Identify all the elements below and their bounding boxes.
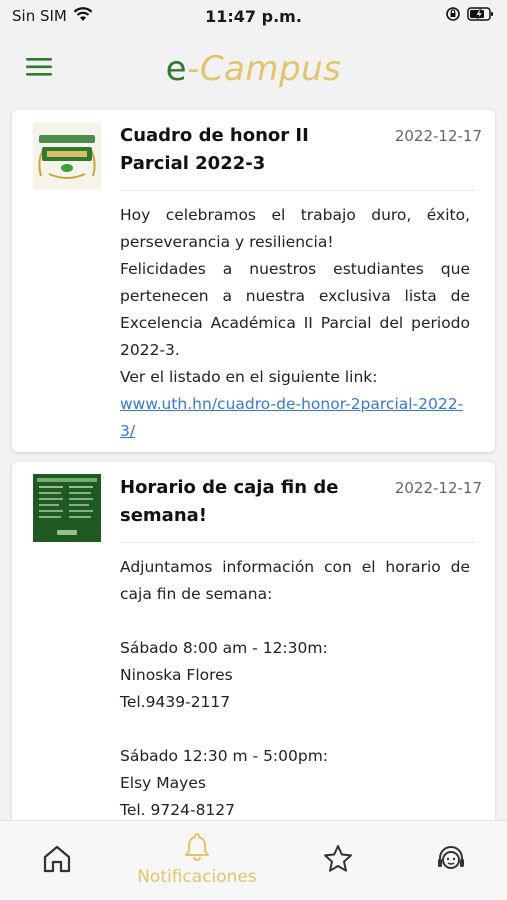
status-left: Sin SIM: [12, 6, 152, 26]
post-link[interactable]: www.uth.hn/cuadro-de-honor-2parcial-2022…: [120, 391, 470, 445]
card-date: 2022-12-17: [394, 127, 482, 145]
bell-icon: [185, 833, 209, 861]
honor-roll-thumbnail: [33, 122, 101, 190]
tab-notificaciones[interactable]: Notificaciones: [122, 821, 272, 900]
bottom-tab-bar: Notificaciones: [0, 820, 507, 900]
home-icon: [43, 845, 71, 873]
card-date: 2022-12-17: [394, 479, 482, 497]
body-line: Tel. 9724-8127: [120, 801, 236, 819]
status-right: [355, 6, 495, 26]
card-header: Cuadro de honor II Parcial 2022-3 2022-1…: [120, 122, 482, 188]
orientation-lock-icon: [445, 6, 461, 26]
body-line: Ninoska Flores: [120, 666, 233, 684]
body-paragraph: Ver el listado en el siguiente link:: [120, 368, 378, 386]
body-line: Sábado 8:00 am - 12:30m:: [120, 639, 328, 657]
battery-charging-icon: [467, 6, 495, 26]
card-title: Horario de caja fin de semana!: [120, 477, 339, 526]
card-divider: [120, 190, 475, 191]
tab-favorites[interactable]: [308, 821, 368, 900]
wifi-icon: [73, 6, 93, 26]
app-title-e: e: [165, 49, 188, 89]
carrier-label: Sin SIM: [12, 7, 67, 25]
status-time: 11:47 p.m.: [205, 6, 302, 26]
body-paragraph: Adjuntamos información con el horario de…: [120, 558, 470, 603]
screen: Sin SIM 11:47 p.m. e-Campus Cuadro de ho…: [0, 0, 507, 900]
notification-card[interactable]: Horario de caja fin de semana! 2022-12-1…: [12, 462, 495, 820]
status-bar: Sin SIM 11:47 p.m.: [0, 0, 507, 32]
star-icon: [324, 845, 352, 872]
app-header: e-Campus: [0, 32, 507, 106]
body-line: Elsy Mayes: [120, 774, 206, 792]
body-line: Tel.9439-2117: [120, 693, 231, 711]
app-title: e-Campus: [166, 49, 342, 89]
body-paragraph: Hoy celebramos el trabajo duro, éxito, p…: [120, 206, 470, 251]
card-header: Horario de caja fin de semana! 2022-12-1…: [120, 474, 482, 540]
card-body: Hoy celebramos el trabajo duro, éxito, p…: [120, 202, 470, 445]
card-divider: [120, 542, 475, 543]
card-body: Adjuntamos información con el horario de…: [120, 554, 470, 820]
card-title: Cuadro de honor II Parcial 2022-3: [120, 125, 309, 174]
tab-notificaciones-label: Notificaciones: [137, 867, 257, 887]
body-paragraph: Felicidades a nuestros estudiantes que p…: [120, 260, 470, 359]
notifications-feed[interactable]: Cuadro de honor II Parcial 2022-3 2022-1…: [0, 106, 507, 820]
tab-home[interactable]: [27, 821, 87, 900]
schedule-poster-thumbnail: [33, 474, 101, 542]
tab-support[interactable]: [421, 821, 481, 900]
menu-button[interactable]: [26, 56, 52, 78]
hamburger-menu-icon: [26, 58, 52, 76]
body-line: Sábado 12:30 m - 5:00pm:: [120, 747, 329, 765]
notification-card[interactable]: Cuadro de honor II Parcial 2022-3 2022-1…: [12, 110, 495, 452]
app-title-campus: -Campus: [187, 49, 342, 89]
support-icon: [438, 846, 464, 869]
